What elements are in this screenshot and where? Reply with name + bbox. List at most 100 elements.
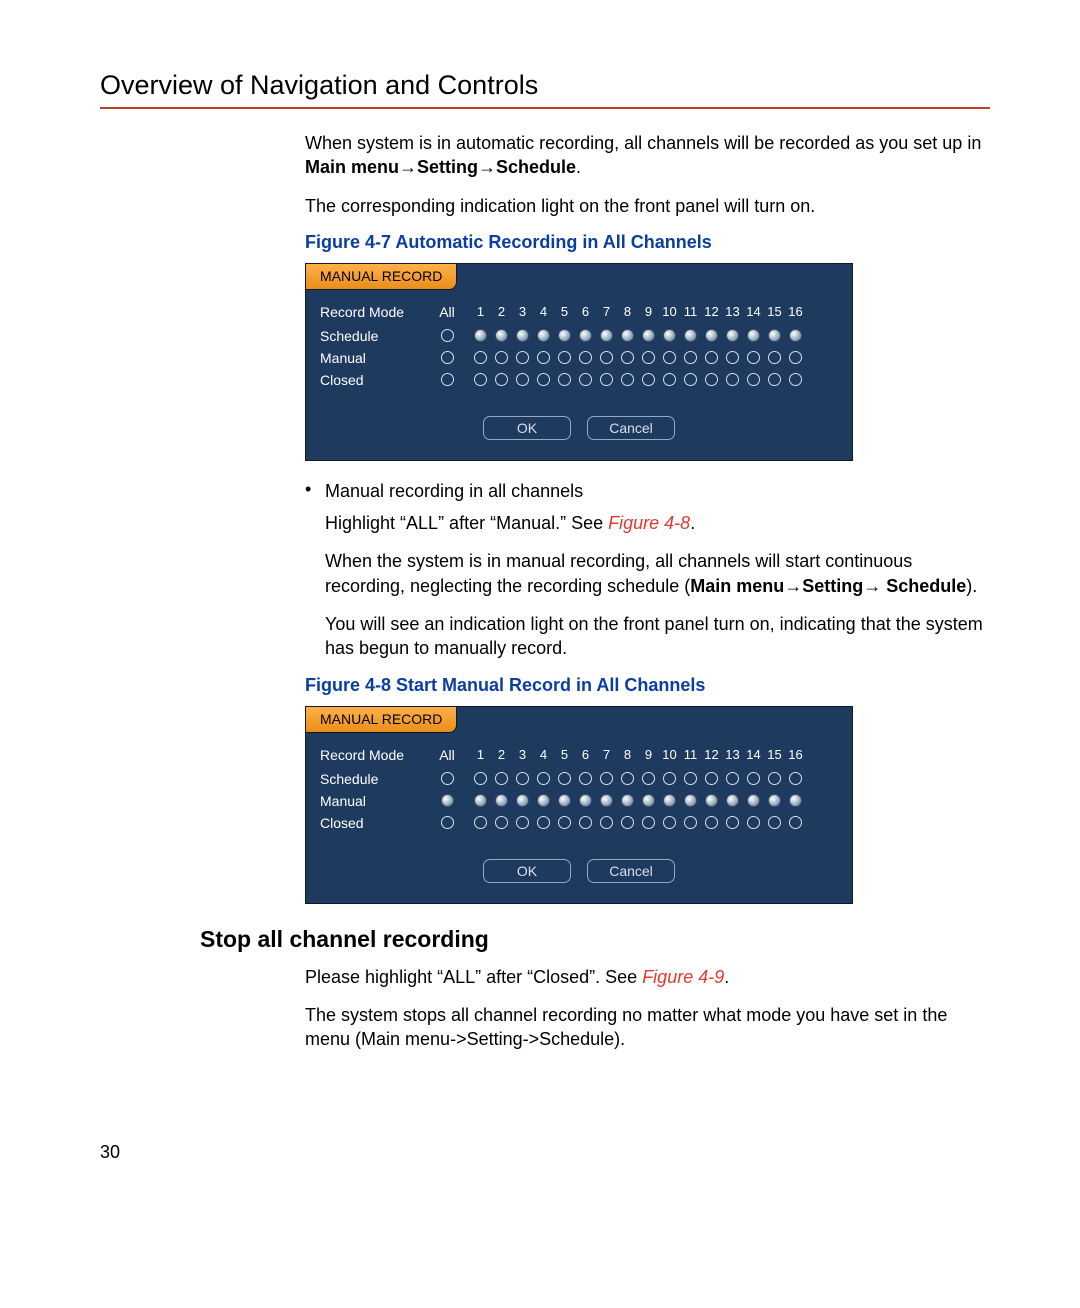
schedule-ch-radio[interactable] bbox=[621, 329, 634, 342]
schedule-ch-radio[interactable] bbox=[621, 772, 634, 785]
schedule-ch-radio[interactable] bbox=[663, 329, 676, 342]
schedule-ch-radio[interactable] bbox=[474, 329, 487, 342]
schedule-ch-radio[interactable] bbox=[789, 329, 802, 342]
schedule-ch-radio[interactable] bbox=[747, 329, 760, 342]
closed-ch-radio[interactable] bbox=[516, 373, 529, 386]
manual-ch-radio[interactable] bbox=[726, 351, 739, 364]
ok-button[interactable]: OK bbox=[483, 416, 571, 440]
schedule-ch-radio[interactable] bbox=[768, 772, 781, 785]
closed-ch-radio[interactable] bbox=[684, 373, 697, 386]
manual-ch-radio[interactable] bbox=[537, 351, 550, 364]
closed-ch-radio[interactable] bbox=[642, 373, 655, 386]
manual-ch-radio[interactable] bbox=[579, 351, 592, 364]
closed-ch-radio[interactable] bbox=[789, 373, 802, 386]
closed-ch-radio[interactable] bbox=[642, 816, 655, 829]
schedule-ch-radio[interactable] bbox=[768, 329, 781, 342]
manual-ch-radio[interactable] bbox=[579, 794, 592, 807]
closed-ch-radio[interactable] bbox=[621, 816, 634, 829]
manual-ch-radio[interactable] bbox=[789, 351, 802, 364]
closed-ch-radio[interactable] bbox=[474, 816, 487, 829]
cancel-button[interactable]: Cancel bbox=[587, 859, 675, 883]
closed-ch-radio[interactable] bbox=[600, 373, 613, 386]
manual-ch-radio[interactable] bbox=[768, 351, 781, 364]
closed-ch-radio[interactable] bbox=[516, 816, 529, 829]
schedule-ch-radio[interactable] bbox=[747, 772, 760, 785]
schedule-ch-radio[interactable] bbox=[726, 772, 739, 785]
closed-ch-radio[interactable] bbox=[600, 816, 613, 829]
schedule-ch-radio[interactable] bbox=[537, 329, 550, 342]
closed-ch-radio[interactable] bbox=[747, 373, 760, 386]
closed-ch-radio[interactable] bbox=[495, 816, 508, 829]
schedule-ch-radio[interactable] bbox=[684, 772, 697, 785]
closed-ch-radio[interactable] bbox=[684, 816, 697, 829]
schedule-ch-radio[interactable] bbox=[516, 329, 529, 342]
schedule-ch-radio[interactable] bbox=[474, 772, 487, 785]
cancel-button[interactable]: Cancel bbox=[587, 416, 675, 440]
manual-ch-radio[interactable] bbox=[726, 794, 739, 807]
closed-ch-radio[interactable] bbox=[768, 373, 781, 386]
schedule-ch-radio[interactable] bbox=[684, 329, 697, 342]
manual-ch-radio[interactable] bbox=[642, 794, 655, 807]
manual-ch-radio[interactable] bbox=[747, 794, 760, 807]
schedule-ch-radio[interactable] bbox=[579, 772, 592, 785]
closed-ch-radio[interactable] bbox=[789, 816, 802, 829]
schedule-ch-radio[interactable] bbox=[600, 772, 613, 785]
schedule-ch-radio[interactable] bbox=[537, 772, 550, 785]
closed-ch-radio[interactable] bbox=[663, 373, 676, 386]
manual-ch-radio[interactable] bbox=[747, 351, 760, 364]
schedule-ch-radio[interactable] bbox=[558, 329, 571, 342]
schedule-all-radio[interactable] bbox=[441, 329, 454, 342]
manual-ch-radio[interactable] bbox=[705, 351, 718, 364]
closed-ch-radio[interactable] bbox=[747, 816, 760, 829]
schedule-ch-radio[interactable] bbox=[579, 329, 592, 342]
ok-button[interactable]: OK bbox=[483, 859, 571, 883]
manual-ch-radio[interactable] bbox=[558, 351, 571, 364]
closed-ch-radio[interactable] bbox=[705, 373, 718, 386]
manual-ch-radio[interactable] bbox=[495, 351, 508, 364]
schedule-ch-radio[interactable] bbox=[558, 772, 571, 785]
manual-ch-radio[interactable] bbox=[789, 794, 802, 807]
closed-all-radio[interactable] bbox=[441, 373, 454, 386]
schedule-ch-radio[interactable] bbox=[663, 772, 676, 785]
manual-ch-radio[interactable] bbox=[474, 351, 487, 364]
closed-ch-radio[interactable] bbox=[579, 816, 592, 829]
closed-ch-radio[interactable] bbox=[474, 373, 487, 386]
schedule-ch-radio[interactable] bbox=[516, 772, 529, 785]
manual-ch-radio[interactable] bbox=[684, 351, 697, 364]
closed-ch-radio[interactable] bbox=[558, 373, 571, 386]
manual-ch-radio[interactable] bbox=[663, 351, 676, 364]
manual-ch-radio[interactable] bbox=[621, 351, 634, 364]
closed-ch-radio[interactable] bbox=[621, 373, 634, 386]
closed-ch-radio[interactable] bbox=[705, 816, 718, 829]
closed-ch-radio[interactable] bbox=[558, 816, 571, 829]
manual-ch-radio[interactable] bbox=[474, 794, 487, 807]
schedule-ch-radio[interactable] bbox=[642, 329, 655, 342]
manual-ch-radio[interactable] bbox=[621, 794, 634, 807]
manual-all-radio[interactable] bbox=[441, 794, 454, 807]
manual-ch-radio[interactable] bbox=[684, 794, 697, 807]
schedule-ch-radio[interactable] bbox=[495, 329, 508, 342]
closed-ch-radio[interactable] bbox=[726, 373, 739, 386]
manual-ch-radio[interactable] bbox=[642, 351, 655, 364]
schedule-ch-radio[interactable] bbox=[600, 329, 613, 342]
closed-ch-radio[interactable] bbox=[537, 373, 550, 386]
manual-ch-radio[interactable] bbox=[516, 351, 529, 364]
manual-ch-radio[interactable] bbox=[663, 794, 676, 807]
manual-ch-radio[interactable] bbox=[537, 794, 550, 807]
manual-ch-radio[interactable] bbox=[600, 351, 613, 364]
manual-ch-radio[interactable] bbox=[768, 794, 781, 807]
manual-ch-radio[interactable] bbox=[516, 794, 529, 807]
closed-ch-radio[interactable] bbox=[579, 373, 592, 386]
schedule-ch-radio[interactable] bbox=[705, 329, 718, 342]
closed-ch-radio[interactable] bbox=[768, 816, 781, 829]
manual-all-radio[interactable] bbox=[441, 351, 454, 364]
schedule-ch-radio[interactable] bbox=[642, 772, 655, 785]
closed-ch-radio[interactable] bbox=[726, 816, 739, 829]
manual-ch-radio[interactable] bbox=[558, 794, 571, 807]
schedule-ch-radio[interactable] bbox=[705, 772, 718, 785]
manual-ch-radio[interactable] bbox=[705, 794, 718, 807]
closed-ch-radio[interactable] bbox=[537, 816, 550, 829]
closed-ch-radio[interactable] bbox=[495, 373, 508, 386]
schedule-all-radio[interactable] bbox=[441, 772, 454, 785]
schedule-ch-radio[interactable] bbox=[495, 772, 508, 785]
